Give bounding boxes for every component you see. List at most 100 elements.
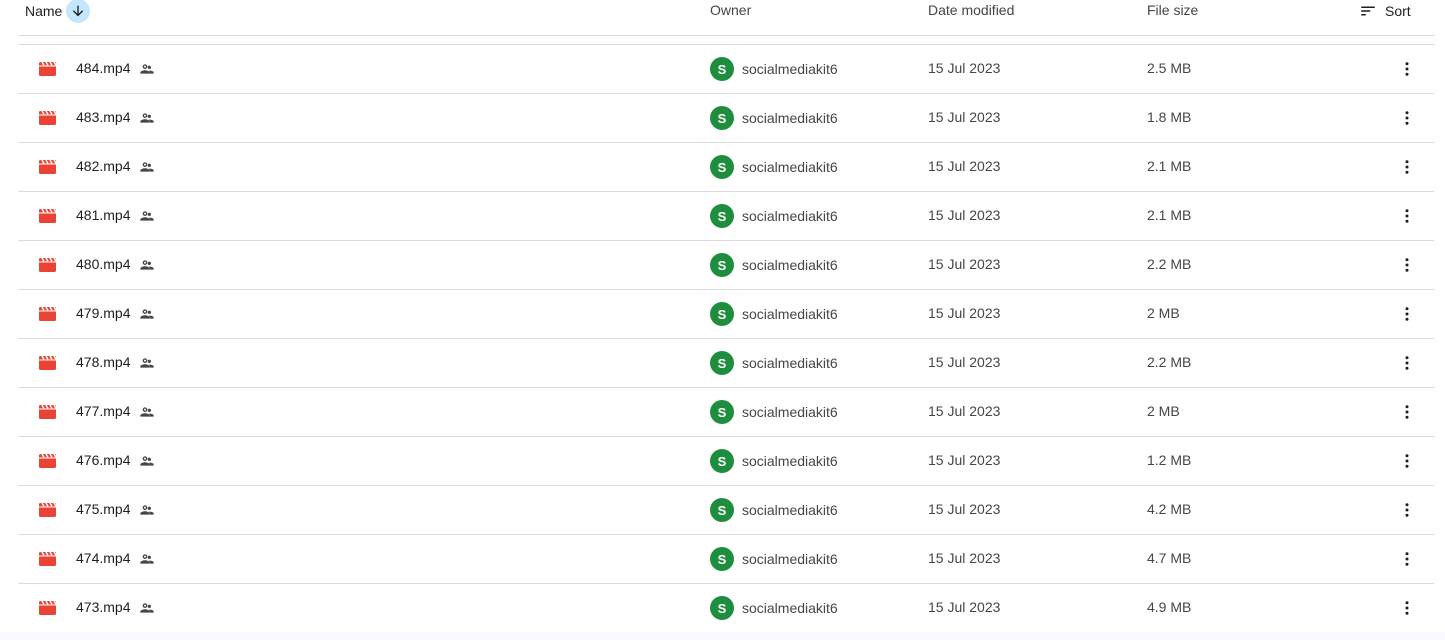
video-file-icon (39, 356, 56, 370)
file-row[interactable]: 481.mp4 S socialmediakit6 15 Jul 2023 2.… (18, 192, 1434, 241)
shared-people-icon (140, 309, 154, 319)
file-name: 484.mp4 (76, 60, 131, 76)
video-file-icon (39, 454, 56, 468)
owner-cell: S socialmediakit6 (710, 253, 838, 277)
avatar: S (710, 351, 734, 375)
date-modified: 15 Jul 2023 (928, 452, 1001, 468)
name-column-header[interactable]: Name (25, 0, 91, 23)
file-size: 2.1 MB (1147, 207, 1192, 223)
file-name: 475.mp4 (76, 501, 131, 517)
sort-button[interactable]: Sort (1359, 0, 1411, 22)
more-vert-icon (1405, 307, 1409, 321)
file-row[interactable]: 484.mp4 S socialmediakit6 15 Jul 2023 2.… (18, 45, 1434, 94)
owner-name: socialmediakit6 (742, 110, 838, 126)
shared-people-icon (140, 358, 154, 368)
more-actions-button[interactable] (1395, 204, 1419, 228)
file-list-header: Name Owner Date modified File size Sort (18, 0, 1434, 36)
arrow-down-icon[interactable] (66, 0, 91, 23)
video-file-icon (39, 503, 56, 517)
date-modified: 15 Jul 2023 (928, 158, 1001, 174)
shared-people-icon (140, 456, 154, 466)
file-row[interactable]: 476.mp4 S socialmediakit6 15 Jul 2023 1.… (18, 437, 1434, 486)
owner-cell: S socialmediakit6 (710, 106, 838, 130)
owner-name: socialmediakit6 (742, 159, 838, 175)
more-actions-button[interactable] (1395, 449, 1419, 473)
video-file-icon (39, 258, 56, 272)
name-column-label: Name (25, 3, 63, 19)
file-name: 476.mp4 (76, 452, 131, 468)
more-actions-button[interactable] (1395, 351, 1419, 375)
file-row[interactable]: 475.mp4 S socialmediakit6 15 Jul 2023 4.… (18, 486, 1434, 535)
file-size: 1.2 MB (1147, 452, 1192, 468)
avatar: S (710, 302, 734, 326)
video-file-icon (39, 209, 56, 223)
date-modified: 15 Jul 2023 (928, 354, 1001, 370)
more-vert-icon (1405, 454, 1409, 468)
more-vert-icon (1405, 356, 1409, 370)
more-actions-button[interactable] (1395, 547, 1419, 571)
file-row[interactable]: 479.mp4 S socialmediakit6 15 Jul 2023 2 … (18, 290, 1434, 339)
file-name: 479.mp4 (76, 305, 131, 321)
shared-people-icon (140, 64, 154, 74)
more-actions-button[interactable] (1395, 400, 1419, 424)
file-size: 2 MB (1147, 305, 1180, 321)
file-size: 4.9 MB (1147, 599, 1192, 615)
file-row[interactable]: 473.mp4 S socialmediakit6 15 Jul 2023 4.… (18, 584, 1434, 633)
avatar: S (710, 155, 734, 179)
owner-cell: S socialmediakit6 (710, 204, 838, 228)
more-actions-button[interactable] (1395, 253, 1419, 277)
owner-cell: S socialmediakit6 (710, 57, 838, 81)
owner-name: socialmediakit6 (742, 355, 838, 371)
avatar: S (710, 596, 734, 620)
file-name: 473.mp4 (76, 599, 131, 615)
shared-people-icon (140, 260, 154, 270)
more-vert-icon (1405, 209, 1409, 223)
file-row[interactable]: 482.mp4 S socialmediakit6 15 Jul 2023 2.… (18, 143, 1434, 192)
date-modified-column-header[interactable]: Date modified (928, 2, 1014, 18)
file-size: 1.8 MB (1147, 109, 1192, 125)
more-actions-button[interactable] (1395, 155, 1419, 179)
more-vert-icon (1405, 503, 1409, 517)
owner-name: socialmediakit6 (742, 208, 838, 224)
date-modified: 15 Jul 2023 (928, 501, 1001, 517)
more-actions-button[interactable] (1395, 106, 1419, 130)
file-name: 480.mp4 (76, 256, 131, 272)
avatar: S (710, 57, 734, 81)
video-file-icon (39, 111, 56, 125)
more-actions-button[interactable] (1395, 302, 1419, 326)
owner-name: socialmediakit6 (742, 306, 838, 322)
file-size: 2.1 MB (1147, 158, 1192, 174)
file-row[interactable]: 478.mp4 S socialmediakit6 15 Jul 2023 2.… (18, 339, 1434, 388)
file-row[interactable]: 477.mp4 S socialmediakit6 15 Jul 2023 2 … (18, 388, 1434, 437)
file-list: 484.mp4 S socialmediakit6 15 Jul 2023 2.… (18, 44, 1434, 633)
more-actions-button[interactable] (1395, 498, 1419, 522)
video-file-icon (39, 552, 56, 566)
avatar: S (710, 449, 734, 473)
file-size-column-header[interactable]: File size (1147, 2, 1198, 18)
video-file-icon (39, 405, 56, 419)
shared-people-icon (140, 603, 154, 613)
avatar: S (710, 400, 734, 424)
file-name: 482.mp4 (76, 158, 131, 174)
shared-people-icon (140, 113, 154, 123)
video-file-icon (39, 601, 56, 615)
file-row[interactable]: 474.mp4 S socialmediakit6 15 Jul 2023 4.… (18, 535, 1434, 584)
file-row[interactable]: 483.mp4 S socialmediakit6 15 Jul 2023 1.… (18, 94, 1434, 143)
more-vert-icon (1405, 258, 1409, 272)
file-size: 2.2 MB (1147, 256, 1192, 272)
owner-cell: S socialmediakit6 (710, 302, 838, 326)
owner-cell: S socialmediakit6 (710, 400, 838, 424)
sort-lines-icon (1361, 6, 1375, 16)
file-name: 483.mp4 (76, 109, 131, 125)
owner-cell: S socialmediakit6 (710, 596, 838, 620)
owner-cell: S socialmediakit6 (710, 351, 838, 375)
owner-column-header[interactable]: Owner (710, 2, 751, 18)
date-modified: 15 Jul 2023 (928, 207, 1001, 223)
file-name: 478.mp4 (76, 354, 131, 370)
file-row[interactable]: 480.mp4 S socialmediakit6 15 Jul 2023 2.… (18, 241, 1434, 290)
more-actions-button[interactable] (1395, 596, 1419, 620)
more-vert-icon (1405, 111, 1409, 125)
date-modified: 15 Jul 2023 (928, 403, 1001, 419)
more-actions-button[interactable] (1395, 57, 1419, 81)
shared-people-icon (140, 211, 154, 221)
